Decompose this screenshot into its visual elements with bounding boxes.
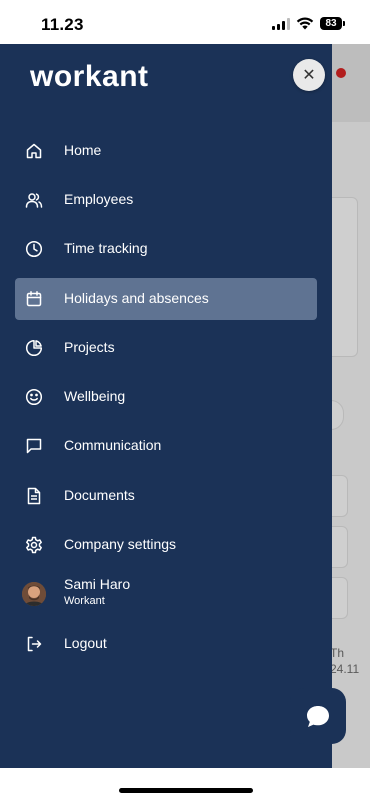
bottom-bar [0, 768, 370, 800]
nav-label: Projects [64, 339, 115, 355]
logout-icon [27, 636, 42, 652]
home-indicator[interactable] [119, 788, 253, 793]
nav-item-communication[interactable]: Communication [15, 425, 317, 467]
message-icon [26, 438, 42, 454]
nav-item-time-tracking[interactable]: Time tracking [15, 228, 317, 270]
nav-label: Time tracking [64, 240, 148, 256]
user-name: Sami Haro [64, 576, 131, 592]
nav-label: Logout [64, 635, 107, 651]
nav-label: Company settings [64, 536, 177, 552]
status-bar: 11.23 83 [0, 0, 370, 44]
nav-item-wellbeing[interactable]: Wellbeing [15, 376, 317, 418]
user-company: Workant [64, 595, 105, 607]
pie-chart-icon [25, 339, 43, 357]
battery-indicator: 83 [320, 17, 345, 30]
nav-label: Employees [64, 191, 134, 207]
users-icon [25, 193, 43, 208]
workant-logo: workant [30, 60, 149, 93]
gear-icon [26, 536, 42, 554]
avatar [22, 582, 46, 606]
nav-label: Home [64, 142, 102, 158]
document-icon [27, 487, 41, 505]
notification-dot [336, 68, 346, 78]
clock-icon [25, 240, 43, 258]
calendar-icon [26, 291, 42, 307]
home-icon [26, 143, 42, 159]
signal-icon [272, 18, 290, 30]
wifi-icon [296, 17, 314, 30]
logout-button[interactable]: Logout [15, 623, 317, 665]
status-time: 11.23 [41, 15, 84, 34]
user-profile[interactable]: Sami Haro Workant [15, 574, 317, 614]
nav-label: Communication [64, 437, 162, 453]
chat-button[interactable] [290, 688, 346, 744]
nav-label: Documents [64, 487, 135, 503]
navigation-drawer: workant Home Employees Time tracking Hol… [0, 44, 332, 768]
nav-item-company-settings[interactable]: Company settings [15, 524, 317, 566]
nav-item-employees[interactable]: Employees [15, 179, 317, 221]
chat-icon [307, 706, 329, 727]
background-day-text: Th [330, 646, 345, 660]
nav-item-documents[interactable]: Documents [15, 475, 317, 517]
smile-icon [25, 388, 43, 406]
nav-item-projects[interactable]: Projects [15, 327, 317, 369]
nav-label: Holidays and absences [64, 290, 209, 306]
close-icon: ✕ [302, 67, 316, 84]
close-drawer-button[interactable]: ✕ [293, 59, 325, 91]
nav-item-holidays-and-absences[interactable]: Holidays and absences [15, 278, 317, 320]
background-date-text: 24.11 [330, 662, 360, 676]
nav-label: Wellbeing [64, 388, 126, 404]
avatar-image [22, 582, 46, 606]
nav-item-home[interactable]: Home [15, 130, 317, 172]
